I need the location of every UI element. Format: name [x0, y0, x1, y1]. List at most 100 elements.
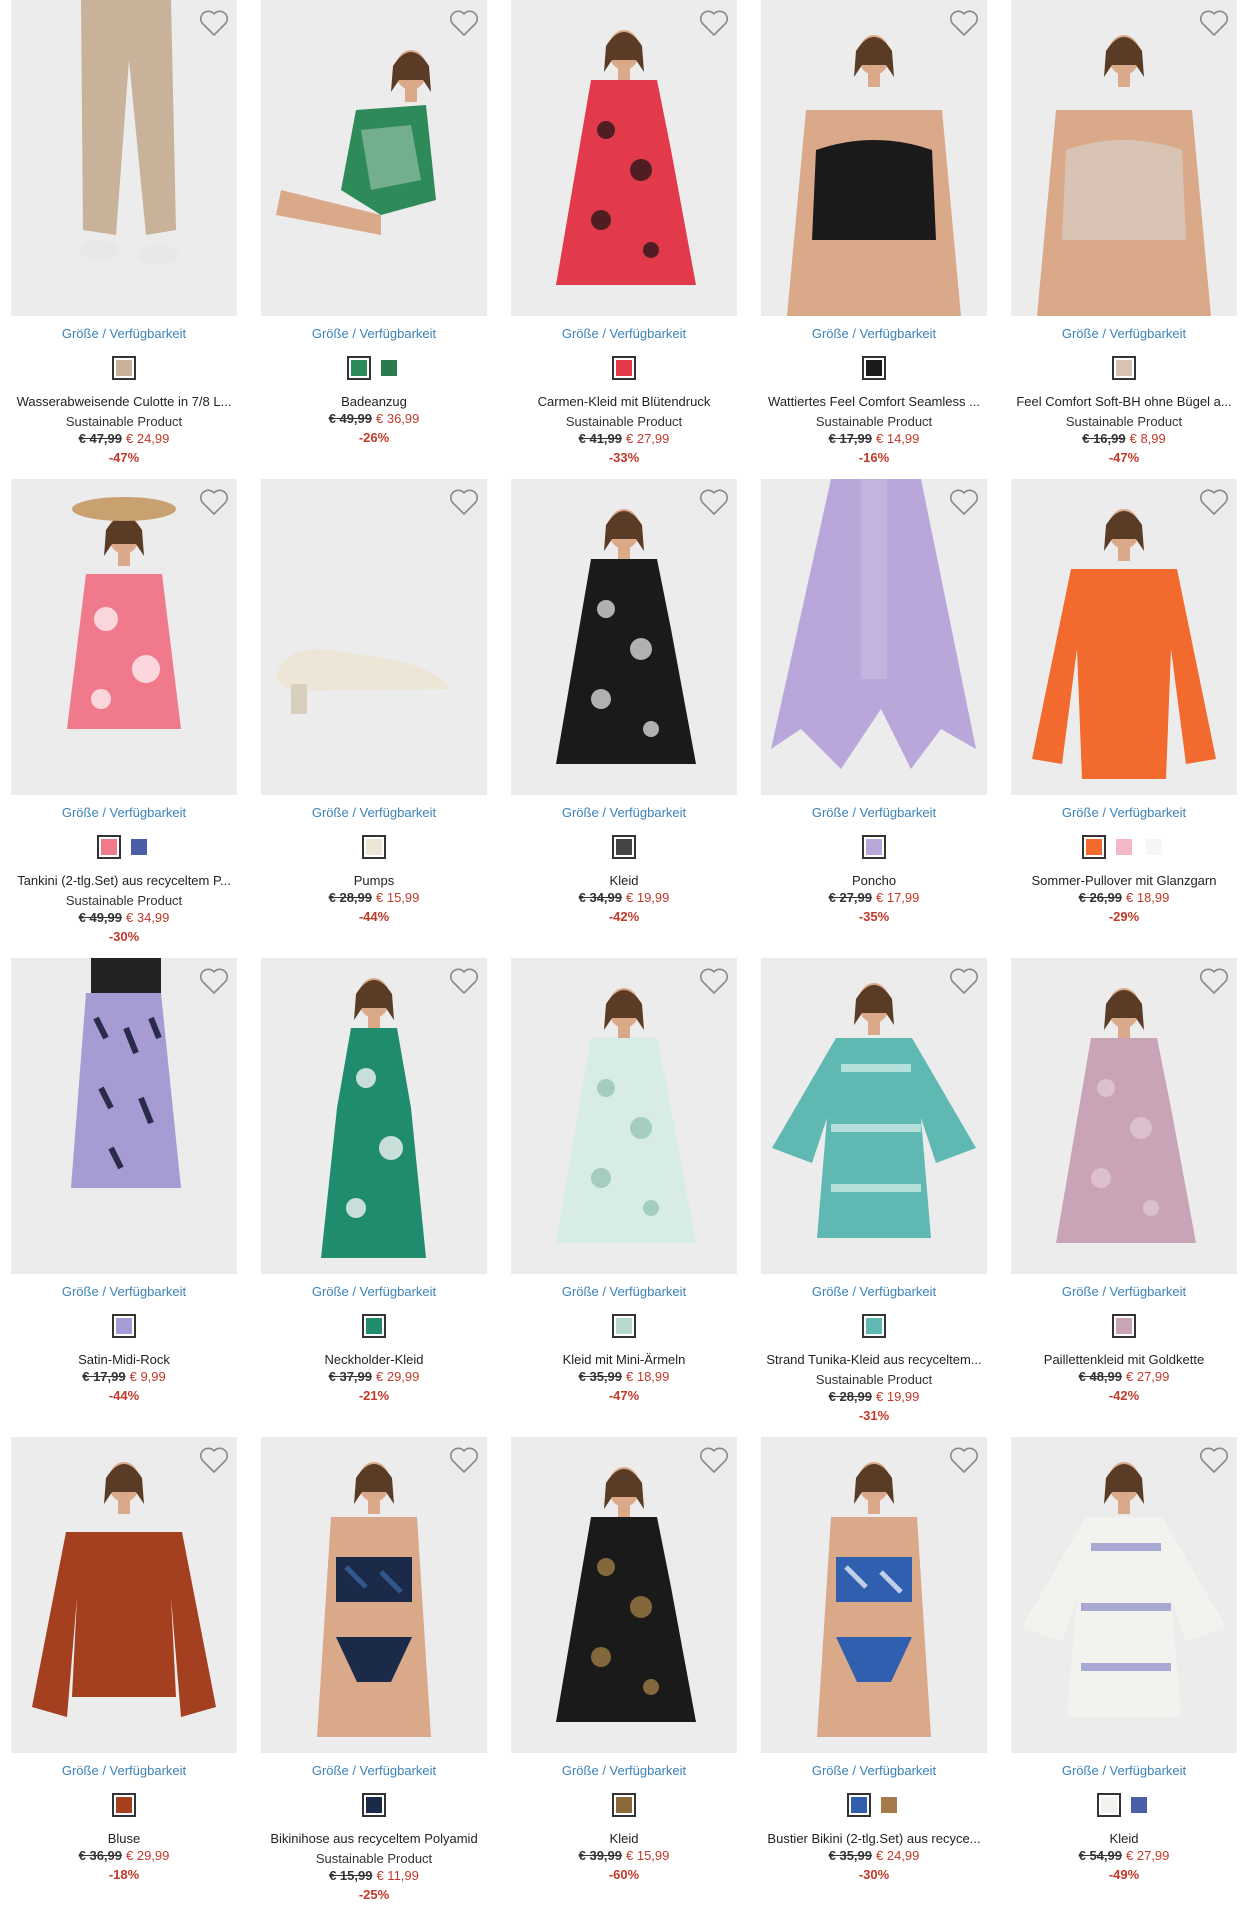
- product-card[interactable]: Größe / Verfügbarkeit Bikinihose aus recy…: [261, 1437, 487, 1916]
- color-swatch[interactable]: [877, 1793, 901, 1817]
- size-availability-link[interactable]: Größe / Verfügbarkeit: [11, 1763, 237, 1779]
- product-card[interactable]: Größe / Verfügbarkeit Strand Tunika-Kleid…: [761, 958, 987, 1437]
- heart-icon[interactable]: [949, 9, 979, 37]
- product-name[interactable]: Kleid: [1011, 1831, 1237, 1847]
- product-image[interactable]: [511, 1437, 737, 1753]
- color-swatch[interactable]: [862, 835, 886, 859]
- heart-icon[interactable]: [1199, 967, 1229, 995]
- product-card[interactable]: Größe / Verfügbarkeit Paillettenkleid mit…: [1011, 958, 1237, 1437]
- heart-icon[interactable]: [949, 488, 979, 516]
- product-card[interactable]: Größe / Verfügbarkeit Kleid € 39,99 € 15,99…: [511, 1437, 737, 1916]
- size-availability-link[interactable]: Größe / Verfügbarkeit: [11, 326, 237, 342]
- size-availability-link[interactable]: Größe / Verfügbarkeit: [1011, 326, 1237, 342]
- product-name[interactable]: Paillettenkleid mit Goldkette: [1011, 1352, 1237, 1368]
- product-image[interactable]: [761, 0, 987, 316]
- size-availability-link[interactable]: Größe / Verfügbarkeit: [511, 1284, 737, 1300]
- product-image[interactable]: [1011, 958, 1237, 1274]
- product-card[interactable]: Größe / Verfügbarkeit Bustier Bikini (2-t…: [761, 1437, 987, 1916]
- heart-icon[interactable]: [949, 967, 979, 995]
- heart-icon[interactable]: [449, 9, 479, 37]
- product-card[interactable]: Größe / Verfügbarkeit Kleid € 54,99 € 27,99…: [1011, 1437, 1237, 1916]
- heart-icon[interactable]: [199, 488, 229, 516]
- heart-icon[interactable]: [199, 967, 229, 995]
- color-swatch[interactable]: [377, 356, 401, 380]
- color-swatch[interactable]: [612, 835, 636, 859]
- product-card[interactable]: Größe / Verfügbarkeit Carmen-Kleid mit Bl…: [511, 0, 737, 479]
- product-name[interactable]: Bustier Bikini (2-tlg.Set) aus recyce...: [761, 1831, 987, 1847]
- product-image[interactable]: [11, 0, 237, 316]
- product-image[interactable]: [761, 1437, 987, 1753]
- size-availability-link[interactable]: Größe / Verfügbarkeit: [261, 1763, 487, 1779]
- product-name[interactable]: Neckholder-Kleid: [261, 1352, 487, 1368]
- product-card[interactable]: Größe / Verfügbarkeit Pumps € 28,99 € 15,99…: [261, 479, 487, 958]
- size-availability-link[interactable]: Größe / Verfügbarkeit: [261, 1284, 487, 1300]
- product-image[interactable]: [511, 479, 737, 795]
- heart-icon[interactable]: [699, 9, 729, 37]
- size-availability-link[interactable]: Größe / Verfügbarkeit: [761, 805, 987, 821]
- color-swatch[interactable]: [847, 1793, 871, 1817]
- product-card[interactable]: Größe / Verfügbarkeit Badeanzug € 49,99 € 3…: [261, 0, 487, 479]
- product-name[interactable]: Wasserabweisende Culotte in 7/8 L...: [11, 394, 237, 410]
- product-image[interactable]: [1011, 0, 1237, 316]
- color-swatch[interactable]: [1112, 356, 1136, 380]
- product-name[interactable]: Kleid: [511, 873, 737, 889]
- product-image[interactable]: [261, 1437, 487, 1753]
- product-name[interactable]: Satin-Midi-Rock: [11, 1352, 237, 1368]
- color-swatch[interactable]: [612, 356, 636, 380]
- color-swatch[interactable]: [1127, 1793, 1151, 1817]
- color-swatch[interactable]: [1142, 835, 1166, 859]
- product-image[interactable]: [761, 958, 987, 1274]
- product-image[interactable]: [511, 958, 737, 1274]
- heart-icon[interactable]: [449, 1446, 479, 1474]
- size-availability-link[interactable]: Größe / Verfügbarkeit: [11, 805, 237, 821]
- product-name[interactable]: Bikinihose aus recyceltem Polyamid: [261, 1831, 487, 1847]
- product-card[interactable]: Größe / Verfügbarkeit Neckholder-Kleid € 3…: [261, 958, 487, 1437]
- product-card[interactable]: Größe / Verfügbarkeit Kleid € 34,99 € 19,99…: [511, 479, 737, 958]
- product-name[interactable]: Wattiertes Feel Comfort Seamless ...: [761, 394, 987, 410]
- product-name[interactable]: Strand Tunika-Kleid aus recyceltem...: [761, 1352, 987, 1368]
- heart-icon[interactable]: [1199, 1446, 1229, 1474]
- product-name[interactable]: Badeanzug: [261, 394, 487, 410]
- color-swatch[interactable]: [1112, 1314, 1136, 1338]
- color-swatch[interactable]: [362, 1793, 386, 1817]
- heart-icon[interactable]: [949, 1446, 979, 1474]
- size-availability-link[interactable]: Größe / Verfügbarkeit: [761, 1763, 987, 1779]
- product-image[interactable]: [261, 958, 487, 1274]
- product-name[interactable]: Kleid mit Mini-Ärmeln: [511, 1352, 737, 1368]
- color-swatch[interactable]: [862, 1314, 886, 1338]
- size-availability-link[interactable]: Größe / Verfügbarkeit: [1011, 1763, 1237, 1779]
- product-card[interactable]: Größe / Verfügbarkeit Kleid mit Mini-Ärme…: [511, 958, 737, 1437]
- product-image[interactable]: [11, 1437, 237, 1753]
- product-image[interactable]: [1011, 1437, 1237, 1753]
- color-swatch[interactable]: [112, 356, 136, 380]
- product-image[interactable]: [1011, 479, 1237, 795]
- heart-icon[interactable]: [1199, 488, 1229, 516]
- size-availability-link[interactable]: Größe / Verfügbarkeit: [1011, 1284, 1237, 1300]
- size-availability-link[interactable]: Größe / Verfügbarkeit: [11, 1284, 237, 1300]
- product-card[interactable]: Größe / Verfügbarkeit Tankini (2-tlg.Set)…: [11, 479, 237, 958]
- product-name[interactable]: Kleid: [511, 1831, 737, 1847]
- product-name[interactable]: Sommer-Pullover mit Glanzgarn: [1011, 873, 1237, 889]
- product-image[interactable]: [261, 479, 487, 795]
- heart-icon[interactable]: [699, 1446, 729, 1474]
- size-availability-link[interactable]: Größe / Verfügbarkeit: [511, 1763, 737, 1779]
- color-swatch[interactable]: [112, 1314, 136, 1338]
- heart-icon[interactable]: [1199, 9, 1229, 37]
- size-availability-link[interactable]: Größe / Verfügbarkeit: [511, 326, 737, 342]
- product-image[interactable]: [511, 0, 737, 316]
- color-swatch[interactable]: [112, 1793, 136, 1817]
- product-card[interactable]: Größe / Verfügbarkeit Wasserabweisende Cu…: [11, 0, 237, 479]
- product-image[interactable]: [261, 0, 487, 316]
- heart-icon[interactable]: [699, 488, 729, 516]
- size-availability-link[interactable]: Größe / Verfügbarkeit: [761, 1284, 987, 1300]
- product-name[interactable]: Feel Comfort Soft-BH ohne Bügel a...: [1011, 394, 1237, 410]
- color-swatch[interactable]: [862, 356, 886, 380]
- product-card[interactable]: Größe / Verfügbarkeit Wattiertes Feel Com…: [761, 0, 987, 479]
- color-swatch[interactable]: [127, 835, 151, 859]
- product-card[interactable]: Größe / Verfügbarkeit Poncho € 27,99 € 17,9…: [761, 479, 987, 958]
- product-name[interactable]: Pumps: [261, 873, 487, 889]
- product-name[interactable]: Carmen-Kleid mit Blütendruck: [511, 394, 737, 410]
- product-card[interactable]: Größe / Verfügbarkeit Sommer-Pullover mit…: [1011, 479, 1237, 958]
- heart-icon[interactable]: [449, 488, 479, 516]
- product-image[interactable]: [11, 958, 237, 1274]
